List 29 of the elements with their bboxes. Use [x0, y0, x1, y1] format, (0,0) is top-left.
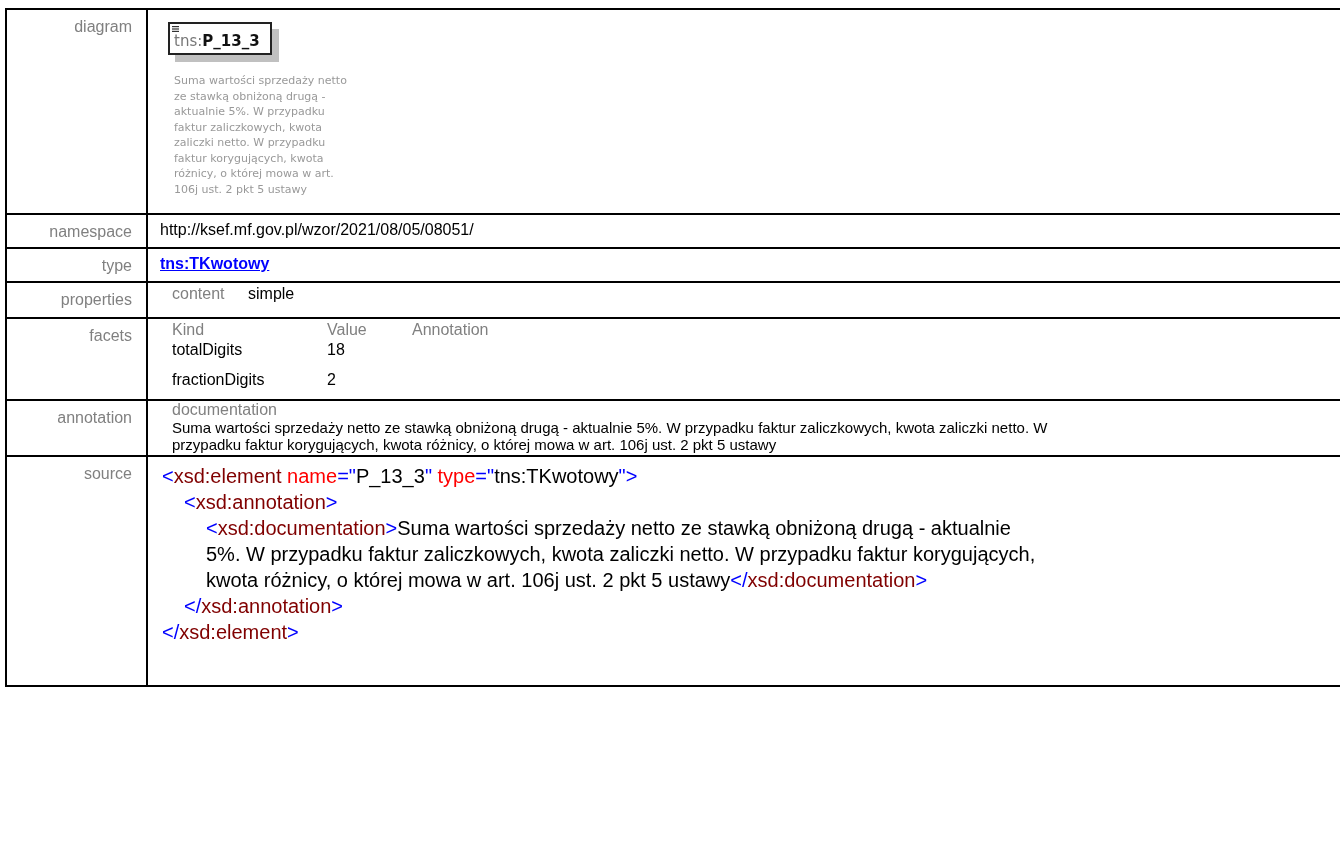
type-link[interactable]: tns:TKwotowy: [160, 255, 270, 272]
code-line: </xsd:element>: [162, 620, 300, 645]
code-line: </xsd:annotation>: [184, 594, 345, 619]
facet-value: 2: [327, 371, 337, 389]
facet-column-header: Value: [327, 321, 368, 339]
list-icon: [172, 26, 179, 32]
row-label: type: [101, 257, 132, 275]
code-line: <xsd:element name="P_13_3" type="tns:TKwotowy">: [162, 464, 639, 489]
facet-kind: totalDigits: [172, 341, 244, 359]
code-line: <xsd:annotation>: [184, 490, 339, 515]
element-name: P_13_3: [202, 32, 260, 50]
row-label: facets: [89, 327, 132, 345]
property-value: simple: [248, 285, 296, 303]
property-name: content: [172, 285, 226, 303]
facet-column-header: Kind: [172, 321, 206, 339]
element-prefix: tns:: [174, 32, 203, 50]
facet-value: 18: [327, 341, 346, 359]
documentation-text: Suma wartości sprzedaży netto ze stawką obniżoną drugą - aktualnie 5%. W przypadku faktur zaliczkowych, kwota zaliczki netto. W przypadku faktur korygujących, kwota różnicy, o której mowa w art. 106j ust. 2 pkt 5 ustawy: [172, 419, 1049, 453]
code-line: <xsd:documentation>Suma wartości sprzedaży netto ze stawką obniżoną drugą - aktualnie 5%. W przypadku faktur zaliczkowych, kwota zaliczki netto. W przypadku faktur korygujących, kwota różnicy, o której mowa w art. 106j ust. 2 pkt 5 ustawy</xsd:documentation>: [206, 516, 1037, 593]
facet-column-header: Annotation: [412, 321, 490, 339]
row-label: namespace: [49, 223, 132, 241]
row-label: annotation: [57, 409, 132, 427]
row-label: diagram: [74, 18, 132, 36]
element-description: Suma wartości sprzedaży netto ze stawką obniżoną drugą - aktualnie 5%. W przypadku faktur zaliczkowych, kwota zaliczki netto. W przypadku faktur korygujących, kwota różnicy, o której mowa w art. 106j ust. 2 pkt 5 ustawy: [174, 73, 348, 197]
row-label: properties: [60, 291, 132, 309]
facet-kind: fractionDigits: [172, 371, 266, 389]
row-label: source: [83, 465, 132, 483]
namespace-value: http://ksef.mf.gov.pl/wzor/2021/08/05/08051/: [160, 221, 474, 238]
annotation-heading: documentation: [172, 401, 277, 418]
